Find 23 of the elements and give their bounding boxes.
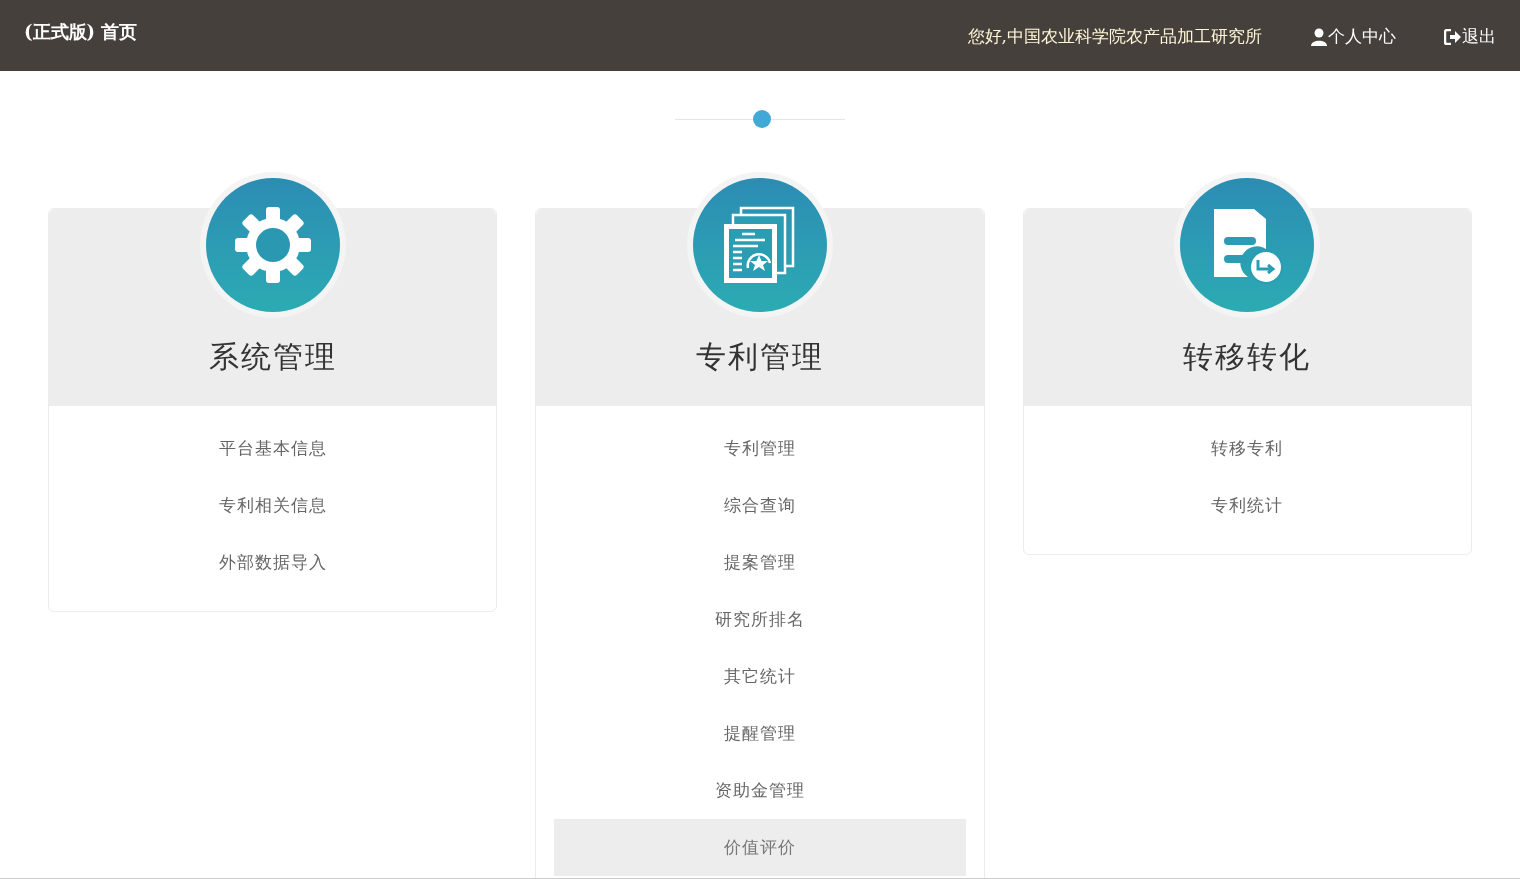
page-title: (正式版) 首页 bbox=[24, 20, 138, 44]
menu-item[interactable]: 转移专利 bbox=[1041, 420, 1453, 477]
menu-item[interactable]: 专利管理 bbox=[554, 420, 966, 477]
menu-item[interactable]: 价值评价 bbox=[554, 819, 966, 876]
logout-link[interactable]: 退出 bbox=[1444, 24, 1496, 50]
gear-icon bbox=[232, 205, 313, 285]
menu-item[interactable]: 外部数据导入 bbox=[67, 534, 479, 591]
menu-item[interactable]: 专利统计 bbox=[1041, 477, 1453, 534]
menu-item[interactable]: 专利相关信息 bbox=[67, 477, 479, 534]
module-title: 系统管理 bbox=[208, 339, 337, 375]
menu-item[interactable]: 提醒管理 bbox=[554, 705, 966, 762]
module-title: 转移转化 bbox=[1183, 339, 1312, 375]
menu-item[interactable]: 平台基本信息 bbox=[67, 420, 479, 477]
menu-item[interactable]: 其它统计 bbox=[554, 648, 966, 705]
user-icon bbox=[1310, 27, 1328, 46]
module-title: 专利管理 bbox=[696, 339, 824, 375]
logout-icon bbox=[1444, 28, 1462, 45]
greeting-text: 您好,中国农业科学院农产品加工研究所 bbox=[967, 25, 1262, 48]
personal-center-link[interactable]: 个人中心 bbox=[1310, 24, 1396, 50]
menu-item[interactable]: 提案管理 bbox=[554, 534, 966, 591]
menu-item[interactable]: 综合查询 bbox=[554, 477, 966, 534]
menu-item[interactable]: 资助金管理 bbox=[554, 762, 966, 819]
menu-item[interactable]: 研究所排名 bbox=[554, 591, 966, 648]
